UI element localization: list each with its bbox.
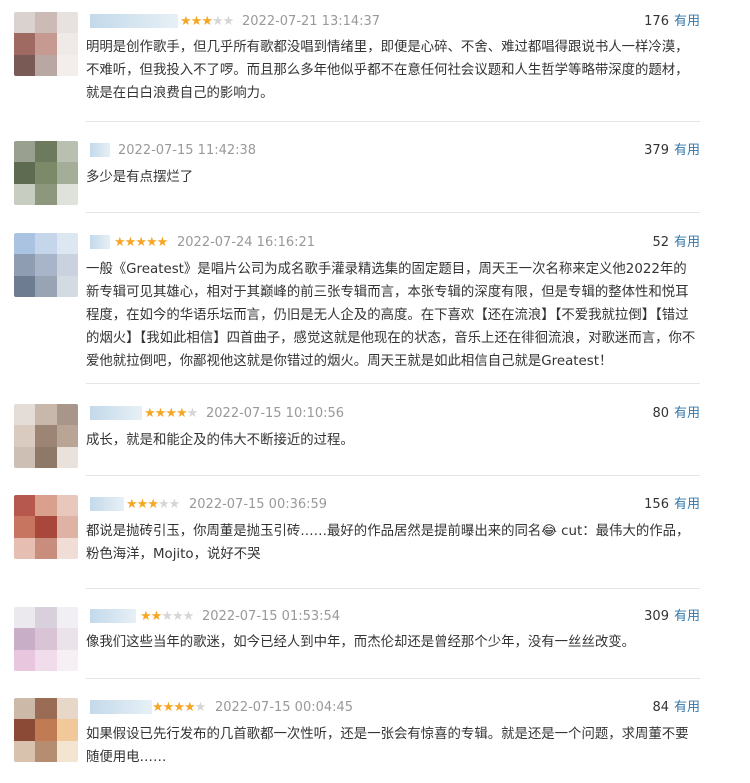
divider [86, 475, 700, 476]
star-rating: ★★★★★ [152, 700, 207, 716]
divider [86, 588, 700, 589]
useful-button[interactable]: 有用 [674, 609, 700, 624]
vote-count: 176 有用 [644, 13, 700, 31]
review-content: 明明是创作歌手，但几乎所有歌都没唱到情绪里，即便是心碎、不舍、难过都唱得跟说书人… [86, 40, 689, 101]
star-empty-icon: ★ [157, 497, 170, 512]
username[interactable] [90, 700, 152, 714]
star-empty-icon: ★ [161, 609, 173, 624]
star-filled-icon: ★ [183, 700, 196, 715]
star-filled-icon: ★ [175, 406, 188, 421]
review-time: 2022-07-21 13:14:37 [242, 14, 381, 29]
avatar[interactable] [14, 698, 78, 762]
avatar[interactable] [14, 495, 78, 559]
star-rating: ★★★★★ [126, 497, 181, 513]
useful-button[interactable]: 有用 [674, 14, 700, 29]
star-filled-icon: ★ [126, 497, 138, 512]
star-filled-icon: ★ [150, 609, 163, 624]
vote-number: 52 [652, 235, 669, 250]
star-empty-icon: ★ [168, 497, 181, 512]
review-time: 2022-07-15 00:04:45 [215, 700, 354, 715]
star-rating: ★★★★★ [180, 14, 235, 30]
star-filled-icon: ★ [156, 235, 169, 250]
vote-count: 84 有用 [652, 699, 700, 717]
divider [86, 678, 700, 679]
vote-count: 309 有用 [644, 608, 700, 626]
avatar[interactable] [14, 12, 78, 76]
star-empty-icon: ★ [186, 406, 199, 421]
username[interactable] [90, 14, 178, 28]
vote-count: 379 有用 [644, 142, 700, 160]
review-content: 像我们这些当年的歌迷，如今已经人到中年，而杰伦却还是曾经那个少年，没有一丝丝改变… [86, 635, 636, 650]
useful-button[interactable]: 有用 [674, 700, 700, 715]
useful-button[interactable]: 有用 [674, 143, 700, 158]
vote-number: 80 [652, 406, 669, 421]
star-filled-icon: ★ [147, 497, 159, 512]
review-time: 2022-07-15 01:53:54 [202, 609, 341, 624]
useful-button[interactable]: 有用 [674, 406, 700, 421]
username[interactable] [90, 609, 136, 623]
star-filled-icon: ★ [144, 406, 156, 421]
username[interactable] [90, 406, 142, 420]
divider [86, 212, 700, 213]
review-time: 2022-07-24 16:16:21 [177, 235, 316, 250]
avatar[interactable] [14, 404, 78, 468]
star-empty-icon: ★ [194, 700, 207, 715]
star-empty-icon: ★ [171, 609, 184, 624]
star-filled-icon: ★ [162, 700, 175, 715]
vote-count: 156 有用 [644, 496, 700, 514]
divider [86, 383, 700, 384]
star-rating: ★★★★★ [114, 235, 169, 251]
review-time: 2022-07-15 10:10:56 [206, 406, 345, 421]
star-filled-icon: ★ [114, 235, 126, 250]
star-filled-icon: ★ [201, 14, 213, 29]
star-filled-icon: ★ [145, 235, 158, 250]
star-filled-icon: ★ [154, 406, 167, 421]
avatar[interactable] [14, 607, 78, 671]
star-filled-icon: ★ [152, 700, 164, 715]
star-filled-icon: ★ [124, 235, 137, 250]
star-empty-icon: ★ [222, 14, 235, 29]
star-rating: ★★★★★ [140, 609, 195, 625]
vote-number: 84 [652, 700, 669, 715]
vote-count: 80 有用 [652, 405, 700, 423]
review-content: 一般《Greatest》是唱片公司为成名歌手灌录精选集的固定题目，周天王一次名称… [86, 262, 696, 369]
star-filled-icon: ★ [140, 609, 152, 624]
star-filled-icon: ★ [180, 14, 192, 29]
review-content: 多少是有点摆烂了 [86, 170, 194, 185]
review-time: 2022-07-15 11:42:38 [118, 143, 257, 158]
star-empty-icon: ★ [211, 14, 224, 29]
review-content: 如果假设已先行发布的几首歌都一次性听，还是一张会有惊喜的专辑。就是还是一个问题，… [86, 727, 689, 765]
username[interactable] [90, 143, 110, 157]
avatar[interactable] [14, 233, 78, 297]
review-content: 都说是抛砖引玉，你周董是抛玉引砖……最好的作品居然是提前曝出来的同名😂 cut：… [86, 524, 690, 562]
vote-number: 379 [644, 143, 669, 158]
star-rating: ★★★★★ [144, 406, 199, 422]
divider [86, 121, 700, 122]
star-filled-icon: ★ [173, 700, 185, 715]
vote-count: 52 有用 [652, 234, 700, 252]
useful-button[interactable]: 有用 [674, 497, 700, 512]
star-filled-icon: ★ [165, 406, 177, 421]
star-filled-icon: ★ [190, 14, 203, 29]
username[interactable] [90, 497, 124, 511]
vote-number: 309 [644, 609, 669, 624]
star-filled-icon: ★ [136, 497, 149, 512]
star-filled-icon: ★ [135, 235, 147, 250]
review-time: 2022-07-15 00:36:59 [189, 497, 328, 512]
vote-number: 176 [644, 14, 669, 29]
useful-button[interactable]: 有用 [674, 235, 700, 250]
star-empty-icon: ★ [182, 609, 195, 624]
username[interactable] [90, 235, 110, 249]
vote-number: 156 [644, 497, 669, 512]
avatar[interactable] [14, 141, 78, 205]
review-content: 成长，就是和能企及的伟大不断接近的过程。 [86, 433, 354, 448]
